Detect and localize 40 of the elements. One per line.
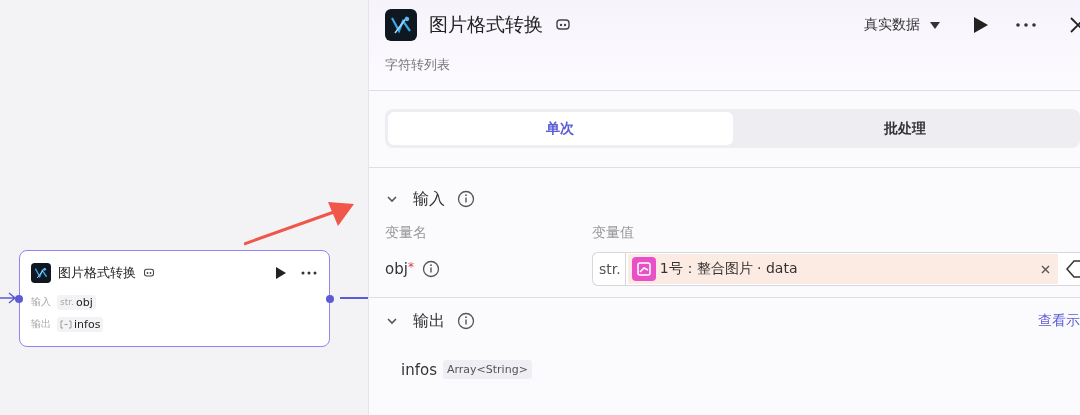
array-type-icon [60, 319, 72, 329]
row-label: 输出 [31, 317, 51, 331]
panel-title: 图片格式转换 [429, 12, 543, 37]
column-header: 变量名 [385, 224, 428, 242]
variable-tag: infos [57, 316, 104, 332]
more-icon[interactable] [1016, 23, 1036, 27]
column-header: 变量值 [592, 224, 634, 242]
section-title: 输入 [413, 188, 445, 210]
info-icon[interactable] [421, 260, 440, 278]
play-icon[interactable] [974, 17, 988, 33]
reference-text: 1号：整合图片 · data [659, 260, 798, 278]
close-icon[interactable] [1070, 17, 1080, 33]
image-node-icon [631, 257, 656, 281]
view-example-link[interactable]: 查看示 [1038, 312, 1080, 330]
caret-icon [930, 21, 940, 29]
section-title: 输出 [413, 310, 445, 332]
row-label: 输入 [31, 295, 51, 309]
more-icon[interactable] [301, 271, 317, 275]
app-logo-icon [385, 9, 417, 41]
type-tag: Array<String> [442, 360, 532, 379]
variable-name: infos [401, 360, 437, 379]
app-logo-icon [31, 263, 51, 283]
mask-icon [555, 17, 571, 33]
data-mode-dropdown[interactable]: 真实数据 [864, 16, 940, 34]
tab[interactable]: 单次 [388, 112, 733, 145]
variable-name: obj* [385, 260, 414, 278]
node-title: 图片格式转换 [58, 264, 136, 282]
node-description: 字符转列表 [385, 56, 451, 74]
output-port[interactable] [326, 295, 334, 303]
input-port[interactable] [15, 295, 23, 303]
info-icon[interactable] [457, 312, 475, 330]
mask-icon [143, 267, 155, 279]
tab[interactable]: 批处理 [732, 112, 1077, 145]
info-icon[interactable] [457, 190, 475, 208]
variable-value-field[interactable]: str. 1号：整合图片 · data [592, 252, 1080, 286]
connector-line [340, 297, 368, 299]
type-label: str. [593, 253, 626, 285]
clear-icon[interactable] [1041, 264, 1050, 274]
play-icon[interactable] [276, 267, 286, 279]
variable-tag: str. obj [57, 294, 96, 310]
